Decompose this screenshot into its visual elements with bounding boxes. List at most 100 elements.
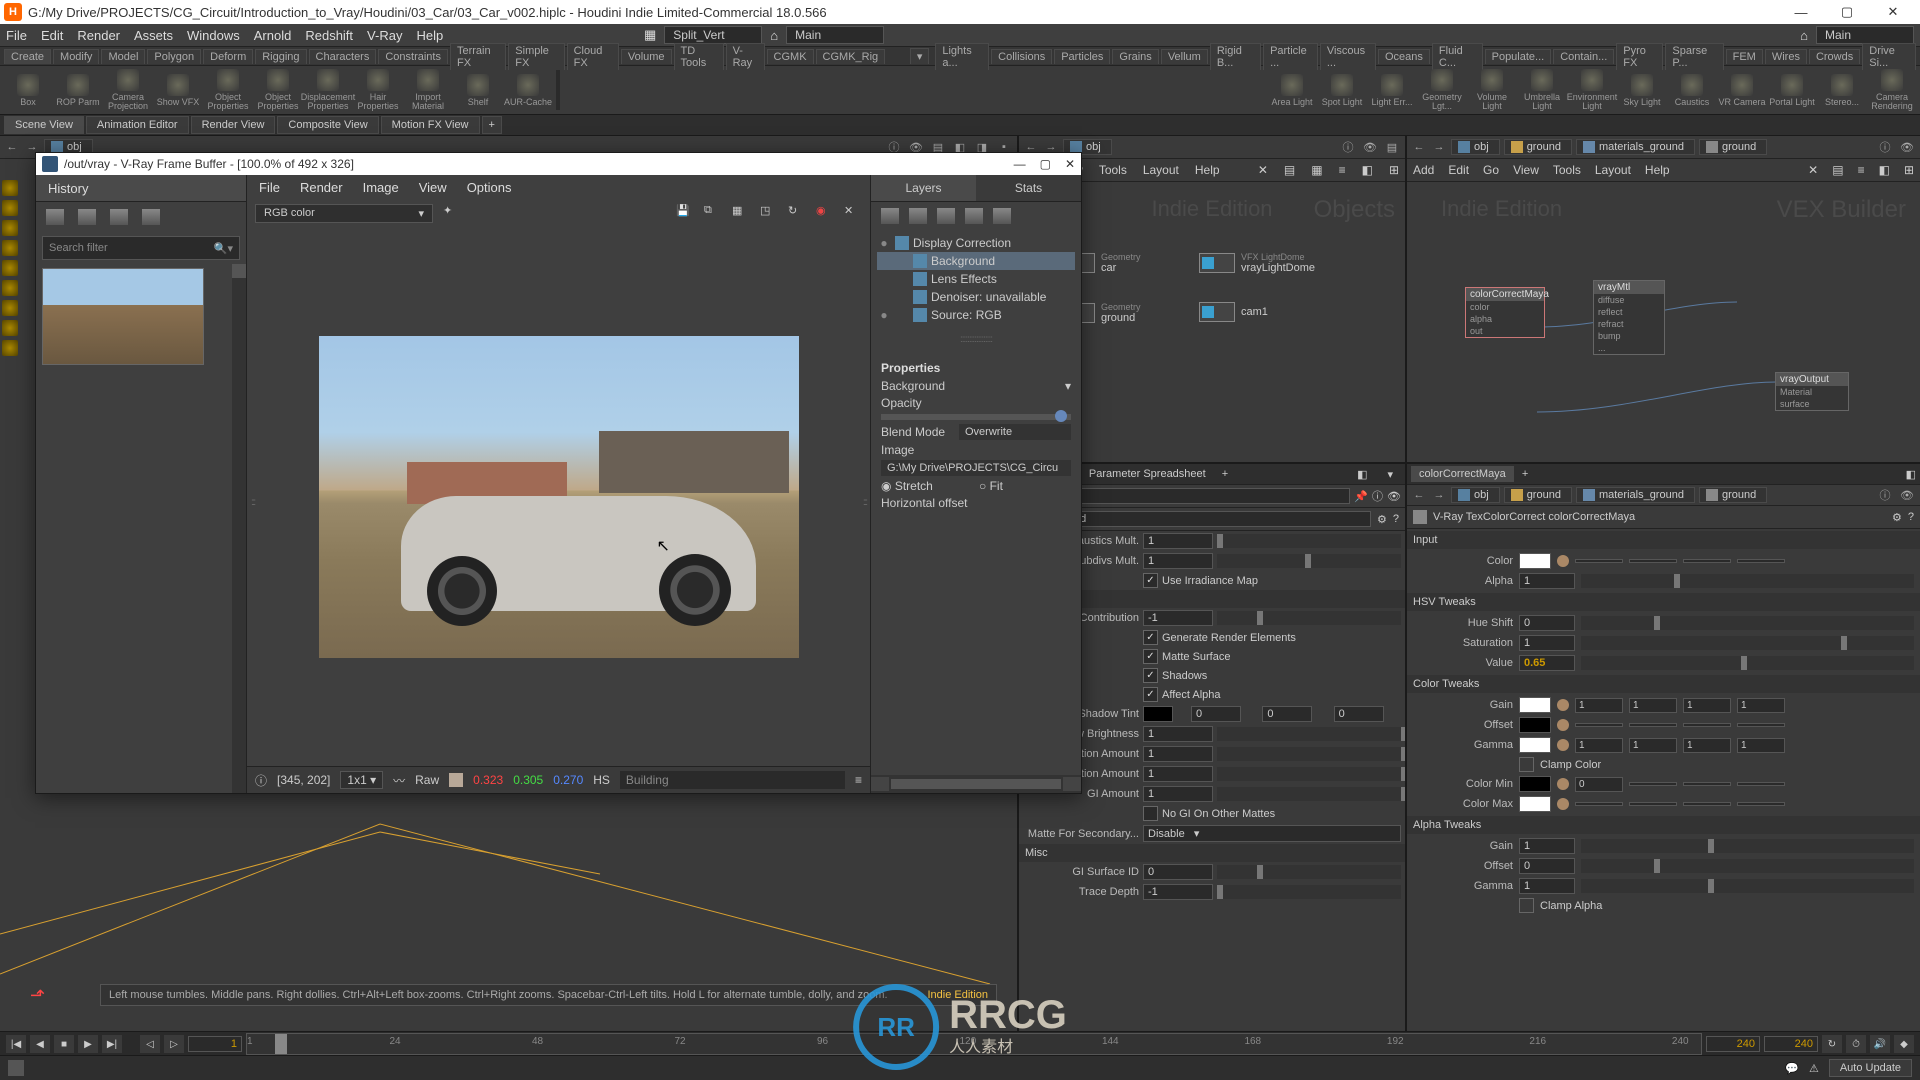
- tab-parm-spread[interactable]: Parameter Spreadsheet: [1081, 466, 1214, 482]
- vfb-max-button[interactable]: ▢: [1040, 157, 1051, 171]
- shelf-tab[interactable]: TD Tools: [674, 43, 724, 70]
- back-icon[interactable]: ←: [4, 139, 20, 155]
- minimize-button[interactable]: —: [1778, 0, 1824, 24]
- shelf-tool[interactable]: AUR-Cache: [504, 72, 552, 109]
- tl-realtime-icon[interactable]: ⏱: [1846, 1035, 1866, 1053]
- layer-btn[interactable]: [965, 208, 983, 224]
- desktop-main-2[interactable]: Main: [1816, 26, 1914, 44]
- shelf-tool[interactable]: Hair Properties: [354, 67, 402, 113]
- warn-icon[interactable]: ⚠: [1809, 1062, 1819, 1075]
- maximize-button[interactable]: ▢: [1824, 0, 1870, 24]
- tl-stop-button[interactable]: ■: [54, 1035, 74, 1053]
- parm-value[interactable]: [1575, 559, 1623, 563]
- mid-tab-plus[interactable]: +: [1218, 466, 1232, 482]
- shelf-tab[interactable]: Polygon: [147, 49, 201, 64]
- follow-icon[interactable]: ◳: [760, 204, 778, 222]
- blend-select[interactable]: Overwrite: [959, 424, 1071, 440]
- layer-btn[interactable]: [909, 208, 927, 224]
- r-menu-go[interactable]: Go: [1483, 163, 1499, 177]
- parm-slider[interactable]: [1581, 656, 1914, 670]
- parm-slider[interactable]: [1581, 839, 1914, 853]
- shelf-tool[interactable]: Light Err...: [1368, 72, 1416, 109]
- shelf-tab[interactable]: Populate...: [1485, 49, 1552, 64]
- r2-crumb-ground2[interactable]: ground: [1699, 487, 1767, 503]
- menu-file[interactable]: File: [6, 28, 27, 43]
- layer-row[interactable]: ●Display Correction: [877, 234, 1075, 252]
- parm-value[interactable]: [1683, 802, 1731, 806]
- parm-value[interactable]: 0: [1519, 615, 1575, 631]
- tl-loop-icon[interactable]: ↻: [1822, 1035, 1842, 1053]
- r-eye-icon[interactable]: 👁: [1898, 138, 1916, 156]
- parm-value[interactable]: 1: [1629, 738, 1677, 753]
- shelf-tool[interactable]: Geometry Lgt...: [1418, 67, 1466, 113]
- parm-value[interactable]: [1737, 559, 1785, 563]
- shelf-tab[interactable]: Oceans: [1378, 49, 1430, 64]
- swatch[interactable]: [1519, 553, 1551, 569]
- house-icon-2[interactable]: ⌂: [1800, 28, 1808, 43]
- parm-slider[interactable]: [1217, 747, 1401, 761]
- r-info-icon[interactable]: ⓘ: [1876, 138, 1894, 156]
- shelf-tool[interactable]: Sky Light: [1618, 72, 1666, 109]
- menu-windows[interactable]: Windows: [187, 28, 240, 43]
- parm-value[interactable]: 1: [1737, 738, 1785, 753]
- parm-value[interactable]: 1: [1575, 738, 1623, 753]
- hist-save-icon[interactable]: [46, 209, 64, 225]
- tab-render-view[interactable]: Render View: [191, 116, 276, 134]
- parm-value[interactable]: 1: [1143, 746, 1213, 762]
- shelf-tab[interactable]: Terrain FX: [450, 43, 506, 70]
- r2-eye-icon[interactable]: 👁: [1898, 486, 1916, 504]
- hist-scrollbar[interactable]: [232, 264, 246, 793]
- parm-value[interactable]: 0.65: [1519, 655, 1575, 671]
- tab-composite-view[interactable]: Composite View: [277, 116, 378, 134]
- r-crumb-ground[interactable]: ground: [1504, 139, 1572, 155]
- history-thumb[interactable]: [42, 268, 204, 365]
- status-icon[interactable]: [8, 1060, 24, 1076]
- help-icon[interactable]: ?: [1393, 513, 1399, 525]
- tl-key-prev[interactable]: ◁: [140, 1035, 160, 1053]
- desktop-icon[interactable]: ▦: [644, 27, 656, 43]
- parm-value[interactable]: 1: [1519, 635, 1575, 651]
- tl-key-icon[interactable]: ◆: [1894, 1035, 1914, 1053]
- mid-opt-icon[interactable]: ▤: [1383, 138, 1401, 156]
- link-dot[interactable]: [1557, 699, 1569, 711]
- parm-value[interactable]: [1629, 802, 1677, 806]
- shelf-tool[interactable]: Spot Light: [1318, 72, 1366, 109]
- link-dot[interactable]: [1557, 778, 1569, 790]
- shelf-tab[interactable]: Rigid B...: [1210, 43, 1261, 70]
- r2-fwd-icon[interactable]: →: [1431, 487, 1447, 503]
- pin-icon[interactable]: 📌: [1354, 490, 1368, 503]
- shelf-tool[interactable]: Object Properties: [254, 67, 302, 113]
- tool-icon[interactable]: [2, 340, 18, 356]
- tool-icon[interactable]: [2, 300, 18, 316]
- shelf-tab[interactable]: V-Ray: [726, 43, 765, 70]
- parm-value[interactable]: 1: [1575, 698, 1623, 713]
- r2-info-icon[interactable]: ⓘ: [1876, 486, 1894, 504]
- shelf-tab[interactable]: Grains: [1112, 49, 1158, 64]
- menu-edit[interactable]: Edit: [41, 28, 63, 43]
- shelf-tab[interactable]: Vellum: [1161, 49, 1208, 64]
- mid-menu-tools[interactable]: Tools: [1099, 163, 1127, 177]
- chat-icon[interactable]: 💬: [1785, 1062, 1799, 1075]
- shelf-tab[interactable]: Simple FX: [508, 43, 564, 70]
- shelf-tool[interactable]: Umbrella Light: [1518, 67, 1566, 113]
- parm-value[interactable]: [1683, 782, 1731, 786]
- grip-left[interactable]: ::::: [251, 497, 254, 508]
- tl-marker[interactable]: [275, 1034, 287, 1054]
- menu-arnold[interactable]: Arnold: [254, 28, 292, 43]
- shelf-tab[interactable]: Modify: [53, 49, 99, 64]
- parm-value[interactable]: 1: [1683, 698, 1731, 713]
- pick-icon[interactable]: ✦: [443, 204, 461, 222]
- hist-del-icon[interactable]: [142, 209, 160, 225]
- layer-row[interactable]: ●Source: RGB: [877, 306, 1075, 324]
- vfb-history-tab[interactable]: History: [36, 175, 246, 202]
- shelf-tool[interactable]: Portal Light: [1768, 72, 1816, 109]
- parm-value[interactable]: -1: [1143, 884, 1213, 900]
- r-menu-edit[interactable]: Edit: [1448, 163, 1469, 177]
- shelf-tab[interactable]: Collisions: [991, 49, 1052, 64]
- net-icon[interactable]: ≡: [1339, 163, 1346, 177]
- vfb-min-button[interactable]: —: [1014, 157, 1026, 171]
- checkbox[interactable]: [1143, 806, 1158, 821]
- parm-value[interactable]: 1: [1629, 698, 1677, 713]
- shelf-tool[interactable]: Environment Light: [1568, 67, 1616, 113]
- checkbox[interactable]: ✓: [1143, 573, 1158, 588]
